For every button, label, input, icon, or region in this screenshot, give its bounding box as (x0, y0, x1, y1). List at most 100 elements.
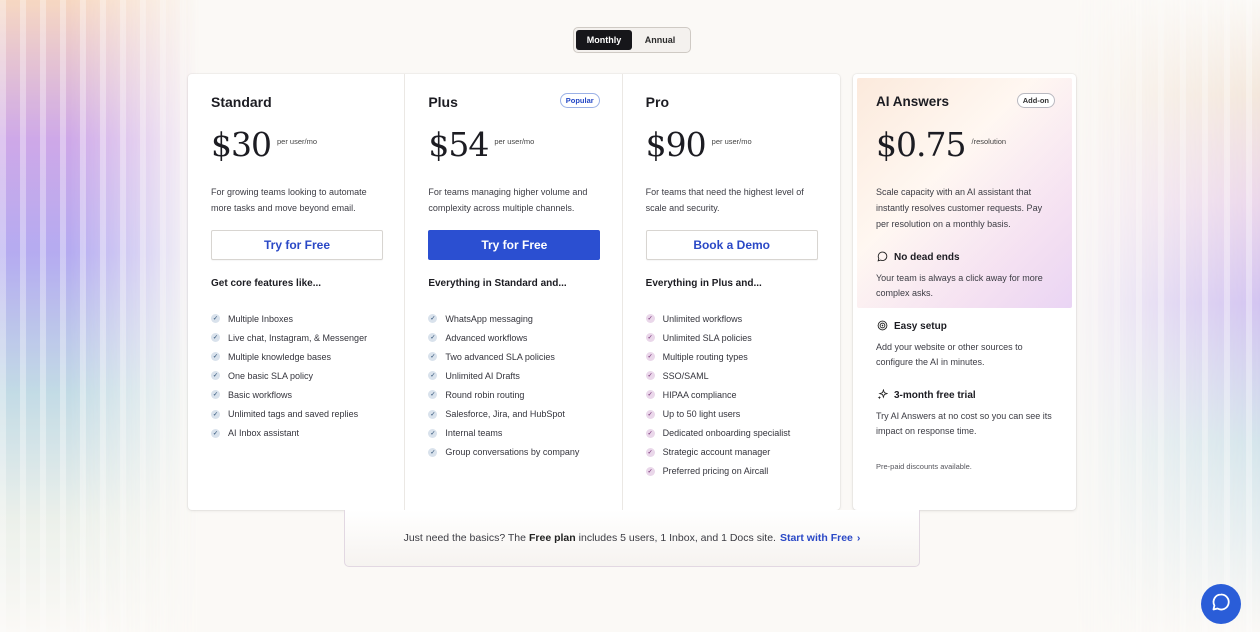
try-for-free-button-plus[interactable]: Try for Free (428, 230, 601, 260)
start-with-free-label: Start with Free (779, 532, 853, 544)
check-icon: ✓ (645, 352, 655, 362)
check-icon: ✓ (645, 314, 655, 324)
feature-item: ✓ Group conversations by company (428, 447, 580, 458)
prepaid-footnote: Pre-paid discounts available. (876, 462, 972, 471)
ai-feature: No dead ends Your team is always a click… (876, 251, 1056, 301)
chat-launcher-button[interactable] (1201, 584, 1241, 624)
ai-feature-text: Try AI Answers at no cost so you can see… (876, 411, 1052, 436)
price-unit: /resolution (971, 137, 1007, 146)
background-gradient-left (0, 0, 200, 632)
check-icon: ✓ (645, 333, 655, 343)
plan-name: Standard (211, 94, 272, 110)
free-plan-suffix: includes 5 users, 1 Inbox, and 1 Docs si… (578, 532, 776, 544)
chat-icon (1211, 592, 1231, 617)
feature-item: ✓ Unlimited SLA policies (645, 332, 752, 343)
features-heading: Everything in Plus and... (645, 278, 762, 289)
plan-description: Scale capacity with an AI assistant that… (876, 187, 1043, 229)
feature-item: ✓ Internal teams (428, 428, 503, 439)
feature-item: ✓ Multiple Inboxes (211, 313, 294, 324)
feature-item: ✓ Unlimited tags and saved replies (211, 409, 359, 420)
try-for-free-button-standard[interactable]: Try for Free (211, 230, 383, 260)
price-row: $0.75 /resolution (876, 126, 1056, 168)
check-icon: ✓ (645, 428, 655, 438)
free-plan-name: Free plan (528, 532, 576, 544)
check-icon: ✓ (211, 390, 220, 400)
plan-name: Pro (645, 94, 669, 110)
check-icon: ✓ (645, 447, 655, 457)
feature-item: ✓ Two advanced SLA policies (428, 351, 555, 362)
feature-list: ✓ WhatsApp messaging ✓ Advanced workflows … (428, 309, 599, 462)
price-unit: per user/mo (277, 137, 318, 146)
plans-container: Standard $30 per user/mo For growing tea… (188, 74, 840, 510)
feature-item: ✓ Salesforce, Jira, and HubSpot (428, 409, 565, 420)
target-icon (876, 320, 888, 332)
check-icon: ✓ (428, 409, 438, 419)
check-icon: ✓ (428, 314, 438, 324)
features-heading: Everything in Standard and... (428, 278, 567, 289)
ai-feature-text: Your team is always a click away for mor… (876, 273, 1043, 298)
start-with-free-link[interactable]: Start with Free › (780, 532, 860, 544)
feature-item: ✓ Multiple routing types (645, 351, 748, 362)
check-icon: ✓ (428, 352, 438, 362)
check-icon: ✓ (645, 371, 655, 381)
plan-card-standard: Standard $30 per user/mo For growing tea… (188, 74, 406, 510)
feature-item: ✓ One basic SLA policy (211, 370, 314, 381)
ai-feature: 3-month free trial Try AI Answers at no … (876, 388, 1056, 439)
plan-price: $54 (428, 125, 489, 164)
plan-card-pro: Pro $90 per user/mo For teams that need … (623, 74, 840, 510)
feature-item: ✓ Multiple knowledge bases (211, 351, 332, 362)
check-icon: ✓ (645, 409, 655, 419)
check-icon: ✓ (645, 466, 655, 476)
chat-bubble-icon (876, 251, 888, 263)
free-plan-banner: Just need the basics? The Free plan incl… (344, 510, 920, 567)
plan-description: For growing teams looking to automate mo… (211, 187, 367, 213)
sparkle-icon (876, 388, 888, 401)
feature-item: ✓ Unlimited AI Drafts (428, 370, 520, 381)
feature-list: ✓ Multiple Inboxes ✓ Live chat, Instagram,… (211, 309, 382, 443)
ai-feature: Easy setup Add your website or other sou… (876, 320, 1056, 370)
check-icon: ✓ (211, 371, 220, 381)
price-unit: per user/mo (711, 137, 752, 146)
plan-card-plus: Plus Popular $54 per user/mo For teams m… (405, 74, 623, 510)
free-plan-prefix: Just need the basics? The (403, 532, 526, 544)
feature-item: ✓ Preferred pricing on Aircall (645, 466, 769, 477)
feature-item: ✓ WhatsApp messaging (428, 313, 533, 324)
price-row: $54 per user/mo (428, 126, 599, 168)
plan-description: For teams that need the highest level of… (645, 187, 804, 213)
check-icon: ✓ (211, 409, 220, 419)
check-icon: ✓ (428, 333, 438, 343)
price-row: $90 per user/mo (646, 126, 818, 168)
book-a-demo-button[interactable]: Book a Demo (645, 230, 818, 260)
ai-feature-title: No dead ends (894, 251, 960, 263)
check-icon: ✓ (211, 314, 220, 324)
price-row: $30 per user/mo (211, 126, 382, 168)
plan-price: $30 (211, 125, 272, 164)
check-icon: ✓ (428, 428, 438, 438)
ai-feature-text: Add your website or other sources to con… (876, 342, 1023, 367)
feature-item: ✓ Up to 50 light users (645, 409, 741, 420)
feature-item: ✓ Unlimited workflows (645, 313, 743, 324)
ai-answers-card: AI Answers Add-on $0.75 /resolution Scal… (853, 74, 1076, 510)
plan-price: $0.75 (876, 125, 966, 164)
check-icon: ✓ (428, 371, 438, 381)
ai-feature-title: Easy setup (894, 320, 947, 332)
monthly-toggle-option[interactable]: Monthly (576, 30, 632, 50)
annual-toggle-option[interactable]: Annual (632, 30, 688, 50)
background-gradient-right (1070, 0, 1260, 632)
check-icon: ✓ (211, 428, 220, 438)
billing-toggle: Monthly Annual (573, 27, 691, 53)
price-unit: per user/mo (494, 137, 535, 146)
check-icon: ✓ (211, 333, 220, 343)
features-heading: Get core features like... (211, 278, 322, 289)
feature-item: ✓ SSO/SAML (645, 370, 709, 381)
feature-item: ✓ Basic workflows (211, 389, 293, 400)
ai-feature-title: 3-month free trial (894, 389, 976, 401)
feature-item: ✓ Strategic account manager (645, 447, 771, 458)
check-icon: ✓ (211, 352, 220, 362)
feature-item: ✓ AI Inbox assistant (211, 428, 300, 439)
feature-item: ✓ Advanced workflows (428, 332, 528, 343)
check-icon: ✓ (428, 447, 438, 457)
plan-description: For teams managing higher volume and com… (428, 187, 588, 213)
check-icon: ✓ (645, 390, 655, 400)
chevron-right-icon: › (856, 532, 861, 544)
